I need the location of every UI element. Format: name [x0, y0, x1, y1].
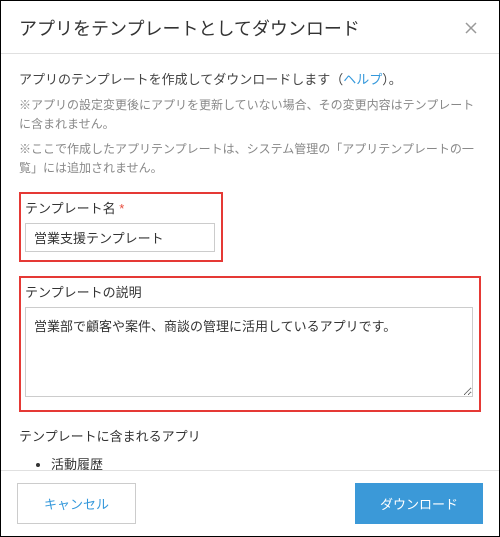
- close-icon[interactable]: [461, 18, 481, 38]
- note-line-1: ※アプリの設定変更後にアプリを更新していない場合、その変更内容はテンプレートに含…: [19, 96, 481, 134]
- dialog-title: アプリをテンプレートとしてダウンロード: [19, 15, 360, 41]
- intro-before: アプリのテンプレートを作成してダウンロードします（: [19, 72, 343, 87]
- template-name-label: テンプレート名 *: [25, 198, 215, 217]
- required-mark: *: [119, 201, 124, 216]
- help-link[interactable]: ヘルプ: [343, 72, 382, 87]
- template-desc-label: テンプレートの説明: [25, 282, 473, 301]
- template-name-label-text: テンプレート名: [25, 201, 116, 216]
- template-name-input[interactable]: [25, 223, 215, 252]
- note-line-2: ※ここで作成したアプリテンプレートは、システム管理の「アプリテンプレートの一覧」…: [19, 140, 481, 178]
- template-name-highlight: テンプレート名 *: [19, 192, 223, 262]
- included-apps-label: テンプレートに含まれるアプリ: [19, 426, 481, 445]
- intro-after: ）。: [382, 72, 402, 87]
- download-button[interactable]: ダウンロード: [355, 483, 483, 524]
- intro-text: アプリのテンプレートを作成してダウンロードします（ヘルプ）。: [19, 70, 481, 90]
- cancel-button[interactable]: キャンセル: [17, 483, 136, 524]
- template-desc-highlight: テンプレートの説明: [19, 276, 481, 412]
- template-desc-input[interactable]: [25, 307, 473, 397]
